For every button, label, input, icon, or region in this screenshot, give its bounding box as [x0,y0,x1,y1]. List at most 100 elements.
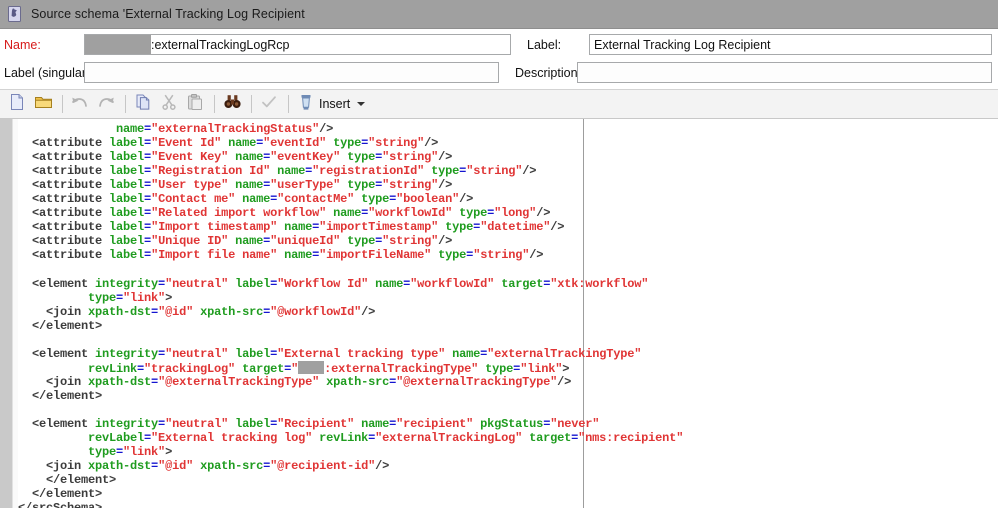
label-singular-input[interactable] [84,62,499,83]
code-token-val: "link" [123,445,166,460]
code-token-attr: revLabel [88,431,145,446]
code-token-tag: /> [536,206,551,221]
name-input-value: :externalTrackingLogRcp [151,37,290,52]
code-token-attr: name [235,150,264,165]
code-token-sp [18,417,32,431]
code-token-attr: name [277,164,306,179]
undo-button[interactable] [68,92,92,116]
code-token-val: "string" [382,150,439,165]
code-token-val: "@id" [158,459,201,474]
code-token-sp [18,459,46,473]
redo-button[interactable] [94,92,118,116]
description-input[interactable] [577,62,992,83]
redo-icon [96,94,116,115]
code-token-val: "long" [494,206,537,221]
code-token-eq: = [158,276,166,291]
code-token-val: "externalTrackingStatus" [151,122,320,136]
code-token-eq: = [144,431,152,446]
code-token-sp [18,431,88,445]
code-token-attr: xpath-dst [88,374,152,389]
new-document-button[interactable] [5,92,29,116]
toolbar-separator-3 [214,95,215,113]
xml-code-content[interactable]: name="externalTrackingStatus"/> <attribu… [18,122,998,508]
code-token-attr: revLink [319,431,369,446]
code-token-eq: = [144,164,152,179]
code-token-eq: = [144,150,152,165]
code-token-eq: = [151,304,159,319]
code-token-tag: <join [46,459,89,474]
editor-toolbar: Insert [0,89,998,119]
code-token-sp [18,362,88,376]
code-token-val: "xtk:workflow" [550,276,649,291]
schema-header-form: Name: :externalTrackingLogRcp Label: Ext… [0,32,998,85]
code-token-tag: <element [32,346,96,361]
chevron-down-icon[interactable] [357,102,366,106]
code-token-attr: name [235,178,264,193]
code-token-sp [18,178,32,192]
code-redaction-box [298,360,325,374]
code-token-attr: type [459,206,488,221]
code-line: </element> [18,487,998,501]
code-token-val: "Unique ID" [151,234,236,249]
code-token-val: "string" [473,248,530,263]
open-folder-icon [34,93,53,116]
code-token-tag: /> [529,248,544,263]
code-token-tag: /> [319,122,334,136]
cut-button[interactable] [157,92,181,116]
code-token-val: "@recipient-id" [270,459,376,474]
code-token-val: "@externalTrackingType" [396,374,558,389]
code-token-tag: /> [438,234,453,249]
label-input[interactable]: External Tracking Log Recipient [589,34,993,55]
code-token-tag: <attribute [32,192,110,207]
cut-icon [160,93,178,116]
copy-button[interactable] [131,92,155,116]
code-token-val: "never" [550,416,600,431]
code-token-eq: = [116,445,124,460]
code-token-tag: /> [438,150,453,165]
code-token-tag: </srcSchema> [18,501,102,508]
code-token-eq: = [144,136,152,151]
insert-button[interactable]: Insert [294,92,369,116]
code-token-val: "string" [368,136,425,151]
open-folder-button[interactable] [31,92,55,116]
code-token-attr: integrity [95,276,159,291]
name-input[interactable]: :externalTrackingLogRcp [84,34,512,55]
code-token-val: "neutral" [165,416,236,431]
code-token-eq: = [116,290,124,305]
code-token-val: "External tracking log" [151,431,320,446]
code-token-tag: /> [375,459,390,474]
code-line: <attribute label="Import file name" name… [18,248,998,262]
xml-source-editor[interactable]: name="externalTrackingStatus"/> <attribu… [0,119,998,508]
code-token-val: "link" [123,290,166,305]
code-line: <element integrity="neutral" label="Work… [18,277,998,291]
code-token-val: "@workflowId" [270,304,362,319]
code-token-val: "neutral" [165,276,236,291]
code-token-eq: = [158,346,166,361]
code-token-val: "contactMe" [277,192,362,207]
insert-button-label: Insert [319,97,351,111]
toolbar-separator-4 [251,95,252,113]
code-line: <attribute label="Contact me" name="cont… [18,192,998,206]
code-token-sp [18,164,32,178]
paste-button[interactable] [183,92,207,116]
toolbar-separator-5 [288,95,289,113]
code-token-attr: name [235,234,264,249]
code-token-sp [18,234,32,248]
code-token-attr: name [375,276,404,291]
code-token-attr: revLink [88,361,138,376]
code-token-val: "workflowId" [368,206,460,221]
code-token-attr: integrity [95,416,159,431]
code-token-attr: type [438,248,467,263]
check-icon [260,94,278,115]
code-token-attr: pkgStatus [480,416,544,431]
code-line: name="externalTrackingStatus"/> [18,122,998,136]
code-token-tag: > [562,361,570,376]
code-token-tag: <attribute [32,220,110,235]
code-token-tag: /> [550,220,565,235]
code-token-val: "registrationId" [312,164,432,179]
find-button[interactable] [220,92,244,116]
editor-gutter [0,119,13,508]
code-line: </srcSchema> [18,501,998,508]
validate-button[interactable] [257,92,281,116]
insert-icon [298,93,314,116]
